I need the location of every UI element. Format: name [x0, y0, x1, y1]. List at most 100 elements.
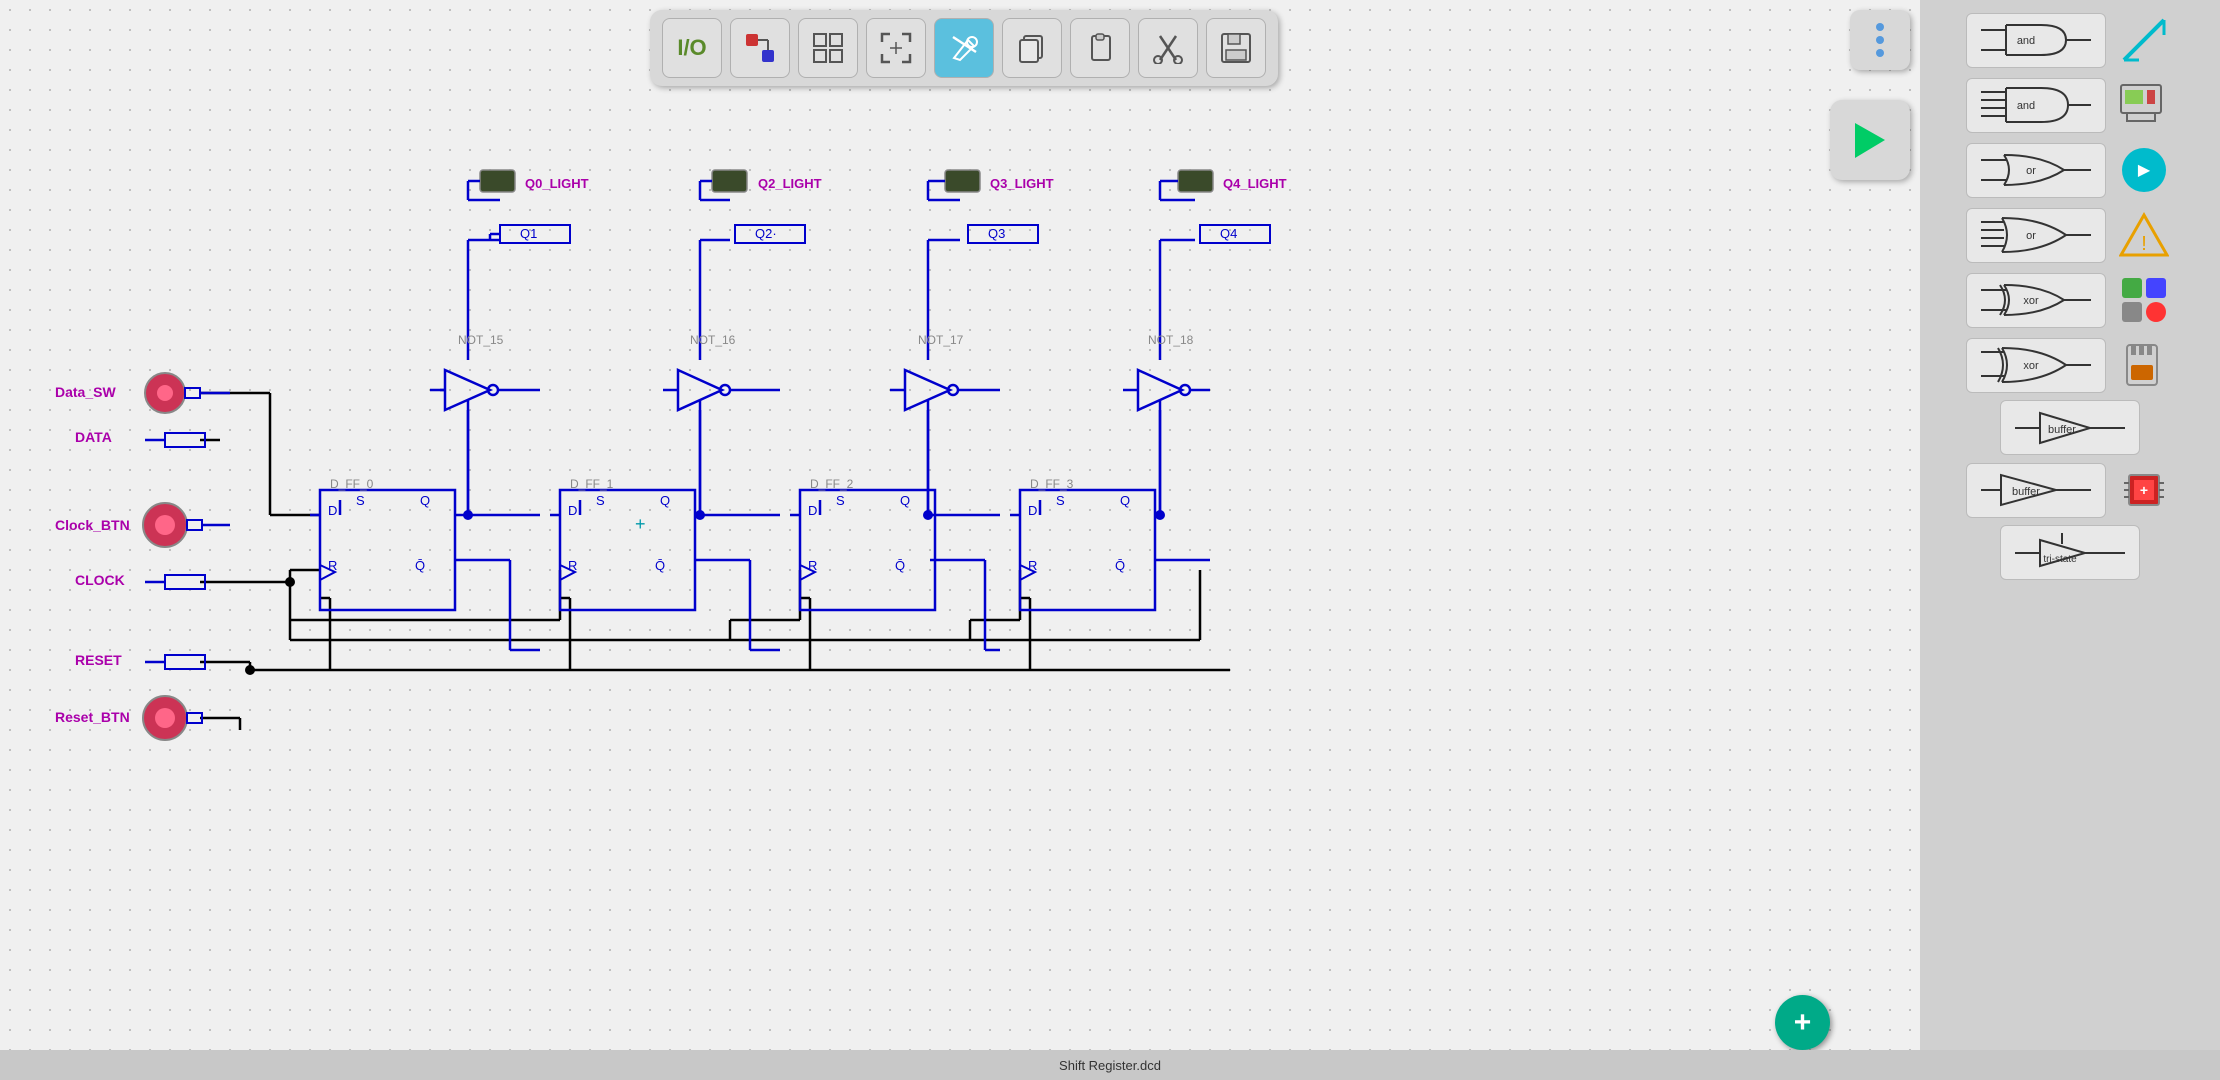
circuit-canvas[interactable]: D S Q R Q̄ D_FF_0 D S Q R Q̄ D_FF_1 + D …: [0, 0, 1920, 1080]
svg-text:NOT_16: NOT_16: [690, 333, 736, 347]
fit-button[interactable]: [866, 18, 926, 78]
svg-text:tri-state: tri-state: [2043, 554, 2077, 565]
teal-circle-icon[interactable]: ▶: [2114, 140, 2174, 200]
svg-text:NOT_17: NOT_17: [918, 333, 964, 347]
gate-row-and-b: and: [1966, 10, 2174, 70]
svg-text:D: D: [328, 503, 337, 518]
paste-button[interactable]: [1070, 18, 1130, 78]
svg-text:Q̄: Q̄: [895, 558, 905, 573]
tools-button[interactable]: [934, 18, 994, 78]
svg-text:Q3: Q3: [988, 226, 1005, 241]
svg-text:+: +: [2140, 482, 2148, 498]
svg-text:S: S: [1056, 493, 1065, 508]
svg-text:!: !: [2141, 233, 2147, 255]
gate-row-xor-b: xor: [1966, 270, 2174, 330]
svg-text:and: and: [2017, 35, 2035, 47]
add-icon: +: [1794, 1006, 1812, 1040]
svg-text:R: R: [808, 558, 817, 573]
svg-text:Q: Q: [660, 493, 670, 508]
svg-text:Q: Q: [900, 493, 910, 508]
dot2: [1876, 36, 1884, 44]
svg-text:Clock_BTN: Clock_BTN: [55, 517, 130, 533]
svg-text:R: R: [568, 558, 577, 573]
svg-text:NOT_15: NOT_15: [458, 333, 504, 347]
status-bar: Shift Register.dcd: [0, 1050, 2220, 1080]
svg-text:Q4: Q4: [1220, 226, 1237, 241]
connect-button[interactable]: [730, 18, 790, 78]
color-blocks-icon[interactable]: [2114, 270, 2174, 330]
gate-row-or-w: or !: [1966, 205, 2174, 265]
tri-state-gate[interactable]: tri-state: [2000, 525, 2140, 580]
dot3: [1876, 49, 1884, 57]
gate-row-buffer-w: buffer +: [1966, 460, 2174, 520]
copy-button[interactable]: [1002, 18, 1062, 78]
dot1: [1876, 23, 1884, 31]
or-gate-black[interactable]: or: [1966, 143, 2106, 198]
wire-tool-icon[interactable]: [2114, 10, 2174, 70]
svg-text:Q3_LIGHT: Q3_LIGHT: [990, 176, 1054, 191]
xor-gate-black[interactable]: xor: [1966, 273, 2106, 328]
svg-text:Q4_LIGHT: Q4_LIGHT: [1223, 176, 1287, 191]
svg-text:Q2·: Q2·: [755, 226, 777, 241]
svg-text:R: R: [328, 558, 337, 573]
svg-text:Q2_LIGHT: Q2_LIGHT: [758, 176, 822, 191]
svg-text:D: D: [1028, 503, 1037, 518]
svg-text:or: or: [2026, 230, 2036, 242]
more-menu-button[interactable]: [1850, 10, 1910, 70]
gate-row-or-b: or ▶: [1966, 140, 2174, 200]
save-button[interactable]: [1206, 18, 1266, 78]
cut-button[interactable]: [1138, 18, 1198, 78]
chip-icon[interactable]: +: [2114, 460, 2174, 520]
svg-text:D: D: [808, 503, 817, 518]
svg-text:DATA: DATA: [75, 429, 112, 445]
sd-card-icon[interactable]: [2114, 335, 2174, 395]
buffer-gate-wide[interactable]: buffer: [1966, 463, 2106, 518]
gate-row-tri-state: tri-state: [2000, 525, 2140, 580]
svg-text:S: S: [356, 493, 365, 508]
file-name: Shift Register.dcd: [1059, 1058, 1161, 1073]
and-gate-wide[interactable]: and: [1966, 78, 2106, 133]
svg-text:D_FF_0: D_FF_0: [330, 477, 374, 491]
components-panel: and and: [1920, 0, 2220, 1080]
svg-text:D_FF_3: D_FF_3: [1030, 477, 1074, 491]
warning-triangle-icon[interactable]: !: [2114, 205, 2174, 265]
svg-text:+: +: [635, 514, 646, 534]
svg-text:S: S: [596, 493, 605, 508]
svg-text:D: D: [568, 503, 577, 518]
buffer-gate-black[interactable]: buffer: [2000, 400, 2140, 455]
svg-text:R: R: [1028, 558, 1037, 573]
svg-text:Data_SW: Data_SW: [55, 384, 116, 400]
svg-text:▶: ▶: [2138, 162, 2151, 179]
svg-text:and: and: [2017, 100, 2035, 112]
svg-text:NOT_18: NOT_18: [1148, 333, 1194, 347]
svg-text:D_FF_1: D_FF_1: [570, 477, 614, 491]
svg-text:Q̄: Q̄: [415, 558, 425, 573]
svg-text:CLOCK: CLOCK: [75, 572, 125, 588]
add-component-button[interactable]: +: [1775, 995, 1830, 1050]
svg-text:Q: Q: [1120, 493, 1130, 508]
svg-text:Q1: Q1: [520, 226, 537, 241]
svg-text:or: or: [2026, 165, 2036, 177]
svg-text:Q: Q: [420, 493, 430, 508]
gate-row-buffer-b: buffer: [2000, 400, 2140, 455]
and-gate-black[interactable]: and: [1966, 13, 2106, 68]
xor-gate-wide[interactable]: xor: [1966, 338, 2106, 393]
svg-text:S: S: [836, 493, 845, 508]
display-icon[interactable]: [2114, 75, 2174, 135]
main-toolbar: I/O: [650, 10, 1278, 86]
svg-text:Q̄: Q̄: [655, 558, 665, 573]
grid-button[interactable]: [798, 18, 858, 78]
play-button[interactable]: [1830, 100, 1910, 180]
svg-text:buffer: buffer: [2012, 486, 2040, 498]
gate-row-xor-w: xor: [1966, 335, 2174, 395]
svg-text:buffer: buffer: [2048, 424, 2076, 436]
svg-text:xor: xor: [2023, 360, 2039, 372]
io-button[interactable]: I/O: [662, 18, 722, 78]
svg-text:RESET: RESET: [75, 652, 122, 668]
svg-text:Q̄: Q̄: [1115, 558, 1125, 573]
svg-text:Q0_LIGHT: Q0_LIGHT: [525, 176, 589, 191]
svg-text:D_FF_2: D_FF_2: [810, 477, 854, 491]
or-gate-wide[interactable]: or: [1966, 208, 2106, 263]
gate-row-and-w: and: [1966, 75, 2174, 135]
svg-text:Reset_BTN: Reset_BTN: [55, 709, 130, 725]
